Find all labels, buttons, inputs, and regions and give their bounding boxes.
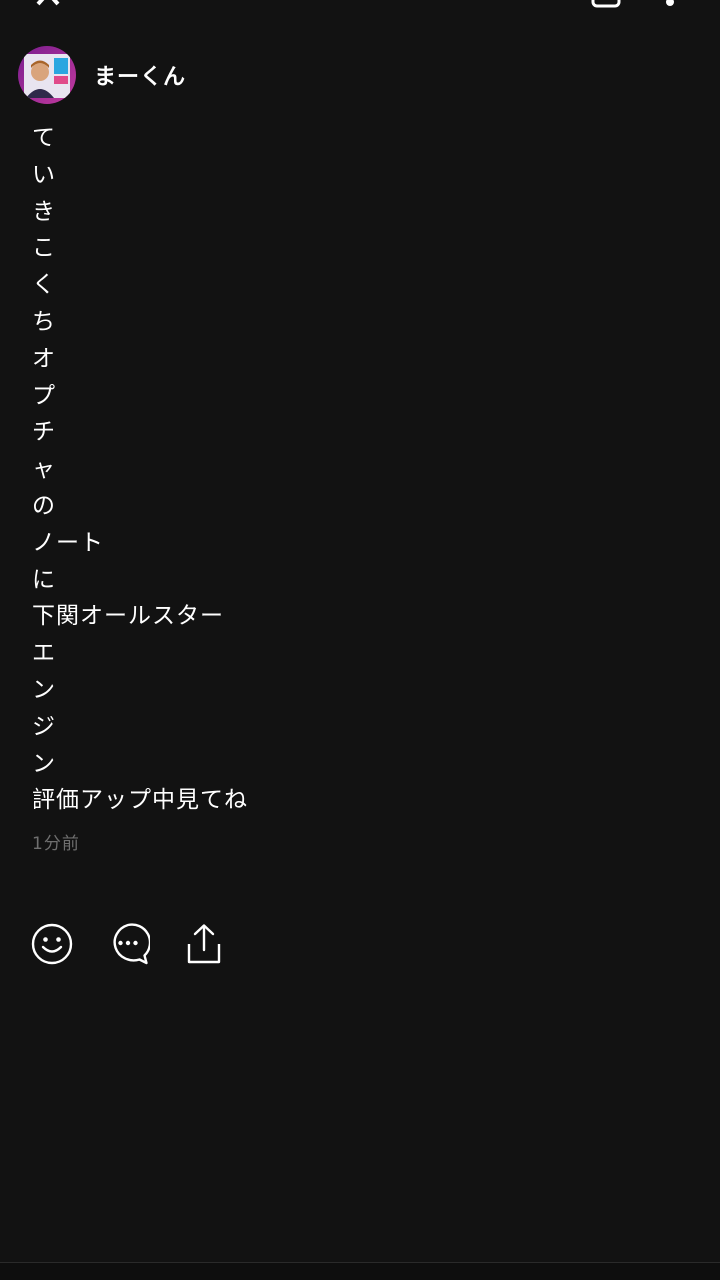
post-line: ノート <box>32 529 104 556</box>
post-line: オ <box>32 345 56 372</box>
post-line: く <box>32 272 56 299</box>
post-line: ャ <box>32 456 56 483</box>
avatar-image <box>18 46 76 104</box>
clipboard-icon <box>591 0 621 8</box>
post-line: の <box>32 492 56 519</box>
clipboard-button[interactable] <box>588 0 624 8</box>
post-timestamp: 1分前 <box>32 834 80 854</box>
post-header: まーくん <box>18 46 186 104</box>
post-line: チ <box>32 419 56 446</box>
post-line: て <box>32 125 56 151</box>
bottom-bar <box>0 1263 720 1280</box>
smiley-icon <box>31 923 73 965</box>
post-line: こ <box>32 235 56 262</box>
chat-bubble-icon <box>113 923 150 965</box>
reaction-button[interactable] <box>30 922 74 966</box>
post-line: プ <box>32 382 56 409</box>
avatar[interactable] <box>18 46 76 104</box>
post-body: て い き こ く ち オ プ チ ャ の ノート に 下関オールスター エ ン… <box>32 120 632 819</box>
share-icon <box>187 924 221 964</box>
post-line: ち <box>32 308 56 335</box>
post-line: ン <box>32 676 56 703</box>
post-line: 下関オールスター <box>32 603 224 630</box>
comment-button[interactable] <box>106 922 150 966</box>
post-line: き <box>32 198 56 225</box>
more-options-button[interactable] <box>655 0 685 8</box>
chevron-left-icon <box>36 0 60 6</box>
post-line: ン <box>32 750 56 777</box>
post-line: 評価アップ中見てね <box>32 787 248 814</box>
post-line: エ <box>32 640 56 667</box>
post-line: に <box>32 566 56 593</box>
page-title <box>185 0 545 8</box>
back-button[interactable] <box>30 0 66 8</box>
share-button[interactable] <box>182 922 226 966</box>
post-actions <box>30 922 258 966</box>
post-line: ジ <box>32 713 56 740</box>
author-name[interactable]: まーくん <box>94 59 186 91</box>
top-bar <box>0 0 720 8</box>
more-vertical-icon <box>666 0 674 6</box>
post-line: い <box>32 161 56 188</box>
